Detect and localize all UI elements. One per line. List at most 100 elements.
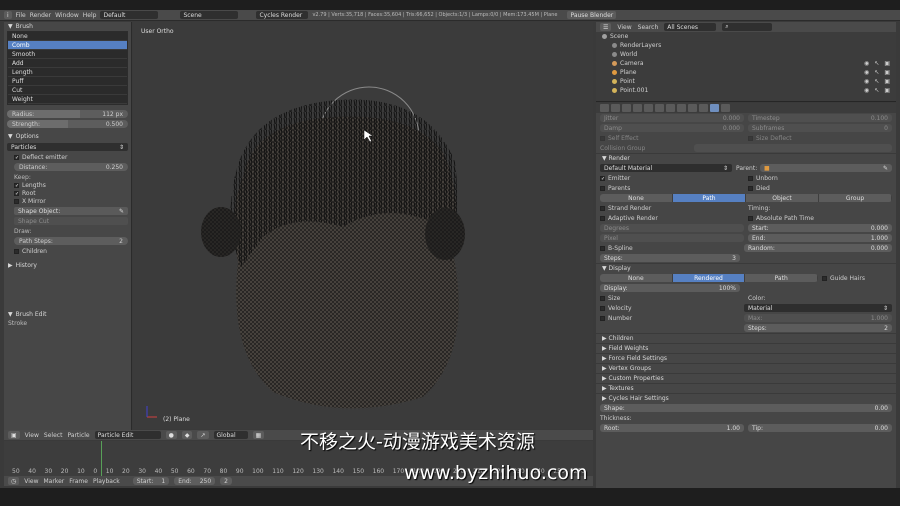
- cursor-select-icon[interactable]: ↖: [874, 78, 879, 85]
- eye-icon[interactable]: ◉: [864, 60, 869, 67]
- vp-menu-particle[interactable]: Particle: [67, 432, 89, 439]
- render-tab-icon[interactable]: [600, 104, 609, 112]
- tl-menu-playback[interactable]: Playback: [93, 478, 120, 485]
- start-frame-field[interactable]: Start: 1: [132, 477, 170, 485]
- options-panel-header[interactable]: ▼ Options: [4, 132, 131, 141]
- scene-selector[interactable]: Scene: [180, 11, 239, 19]
- render-layers-tab-icon[interactable]: [611, 104, 620, 112]
- brush-cut[interactable]: Cut: [8, 86, 127, 95]
- size-deflect-checkbox[interactable]: Size Deflect: [748, 135, 892, 142]
- texture-tab-icon[interactable]: [699, 104, 708, 112]
- display-as-none[interactable]: None: [600, 274, 673, 282]
- visibility-toggles[interactable]: ◉ ↖ ▣: [864, 87, 890, 94]
- root-field[interactable]: Root: 1.00: [600, 424, 744, 432]
- manipulator-icon[interactable]: ↗: [197, 431, 209, 439]
- parents-checkbox[interactable]: Parents: [600, 185, 744, 192]
- render-panel-header[interactable]: ▼ Render: [596, 153, 896, 163]
- end-field[interactable]: End: 1.000: [748, 234, 892, 242]
- menu-render[interactable]: Render: [30, 12, 51, 19]
- collapsed-panel-header[interactable]: ▶ Force Field Settings: [596, 353, 896, 363]
- modifiers-tab-icon[interactable]: [666, 104, 675, 112]
- camera-render-icon[interactable]: ▣: [884, 78, 890, 85]
- display-panel-header[interactable]: ▼ Display: [596, 263, 896, 273]
- died-checkbox[interactable]: Died: [748, 185, 892, 192]
- timestep-field[interactable]: Timestep 0.100: [748, 114, 892, 122]
- camera-render-icon[interactable]: ▣: [884, 87, 890, 94]
- shape-cut-button[interactable]: Shape Cut: [14, 217, 128, 225]
- brush-comb[interactable]: Comb: [8, 41, 127, 50]
- outliner-item[interactable]: Scene: [596, 32, 896, 41]
- brush-panel-header[interactable]: ▼ Brush: [4, 22, 131, 31]
- brush-add[interactable]: Add: [8, 59, 127, 68]
- shading-icon[interactable]: ●: [165, 431, 177, 439]
- display-amount-field[interactable]: Display: 100%: [600, 284, 740, 292]
- collapsed-panel-header[interactable]: ▶ Custom Properties: [596, 373, 896, 383]
- render-as-group[interactable]: Group: [819, 194, 892, 202]
- cursor-select-icon[interactable]: ↖: [874, 87, 879, 94]
- brush-edit-panel-header[interactable]: ▼ Brush Edit: [4, 310, 131, 319]
- damp-field[interactable]: Damp 0.000: [600, 124, 744, 132]
- outliner-menu-search[interactable]: Search: [638, 24, 659, 31]
- editor-type-icon[interactable]: i: [4, 11, 12, 19]
- world-tab-icon[interactable]: [633, 104, 642, 112]
- collapsed-panel-header[interactable]: ▶ Children: [596, 333, 896, 343]
- adaptive-render-checkbox[interactable]: Adaptive Render: [600, 215, 744, 222]
- lengths-checkbox[interactable]: ✓ Lengths: [4, 181, 131, 189]
- brush-length[interactable]: Length: [8, 68, 127, 77]
- pause-button[interactable]: Pause Blender: [567, 11, 617, 19]
- visibility-toggles[interactable]: ◉ ↖ ▣: [864, 60, 890, 67]
- collision-field[interactable]: [694, 144, 892, 152]
- degrees-field[interactable]: Degrees: [600, 224, 744, 232]
- deflect-emitter-checkbox[interactable]: ✓ Deflect emitter: [4, 153, 131, 161]
- start-field[interactable]: Start: 0.000: [748, 224, 892, 232]
- number-checkbox[interactable]: Number: [600, 315, 740, 322]
- max-field[interactable]: Max: 1.000: [744, 314, 892, 322]
- render-engine-selector[interactable]: Cycles Render: [256, 11, 309, 19]
- parent-field[interactable]: ■ ✎: [760, 164, 892, 172]
- search-input[interactable]: ⌕: [722, 23, 773, 31]
- 3d-viewport[interactable]: User Ortho (2) Plane: [133, 22, 593, 429]
- collapsed-panel-header[interactable]: ▶ Cycles Hair Settings: [596, 393, 896, 403]
- material-selector[interactable]: Default Material ⇕: [600, 164, 732, 172]
- layers-icon[interactable]: ▦: [252, 431, 265, 439]
- strand-render-checkbox[interactable]: Strand Render: [600, 205, 744, 212]
- subframes-field[interactable]: Subframes 0: [748, 124, 892, 132]
- outliner-item[interactable]: World: [596, 50, 896, 59]
- emitter-checkbox[interactable]: ✓ Emitter: [600, 175, 744, 182]
- steps-field[interactable]: Steps: 3: [600, 254, 740, 262]
- collapsed-panel-header[interactable]: ▶ Textures: [596, 383, 896, 393]
- visibility-toggles[interactable]: ◉ ↖ ▣: [864, 69, 890, 76]
- material-tab-icon[interactable]: [688, 104, 697, 112]
- scene-tab-icon[interactable]: [622, 104, 631, 112]
- render-as-path[interactable]: Path: [673, 194, 746, 202]
- self-effect-checkbox[interactable]: Self Effect: [600, 135, 744, 142]
- children-checkbox[interactable]: Children: [4, 247, 131, 255]
- outliner-item[interactable]: Camera ◉ ↖ ▣: [596, 59, 896, 68]
- pixel-field[interactable]: Pixel: [600, 234, 744, 242]
- eye-icon[interactable]: ◉: [864, 69, 869, 76]
- eye-icon[interactable]: ◉: [864, 78, 869, 85]
- random-field[interactable]: Random: 0.000: [744, 244, 892, 252]
- object-tab-icon[interactable]: [644, 104, 653, 112]
- editor-type-icon[interactable]: ◷: [8, 477, 20, 485]
- brush-weight[interactable]: Weight: [8, 95, 127, 104]
- layout-selector[interactable]: Default: [100, 11, 159, 19]
- strength-slider[interactable]: Strength: 0.500: [7, 120, 128, 128]
- path-steps-field[interactable]: Path Steps: 2: [14, 237, 128, 245]
- xmirror-checkbox[interactable]: X Mirror: [4, 197, 131, 205]
- collapsed-panel-header[interactable]: ▶ Field Weights: [596, 343, 896, 353]
- tl-menu-view[interactable]: View: [24, 478, 38, 485]
- bspline-checkbox[interactable]: B-Spline: [600, 245, 740, 252]
- data-tab-icon[interactable]: [677, 104, 686, 112]
- tl-menu-frame[interactable]: Frame: [69, 478, 88, 485]
- display-steps-field[interactable]: Steps: 2: [744, 324, 892, 332]
- radius-slider[interactable]: Radius: 112 px: [7, 110, 128, 118]
- color-selector[interactable]: Material ⇕: [744, 304, 892, 312]
- editor-type-icon[interactable]: ▣: [8, 431, 20, 439]
- display-as-path[interactable]: Path: [745, 274, 818, 282]
- jitter-field[interactable]: Jitter 0.000: [600, 114, 744, 122]
- size-checkbox[interactable]: Size: [600, 295, 744, 302]
- current-frame-field[interactable]: 2: [220, 477, 232, 485]
- history-panel-header[interactable]: ▶ History: [4, 261, 131, 270]
- vp-menu-select[interactable]: Select: [44, 432, 63, 439]
